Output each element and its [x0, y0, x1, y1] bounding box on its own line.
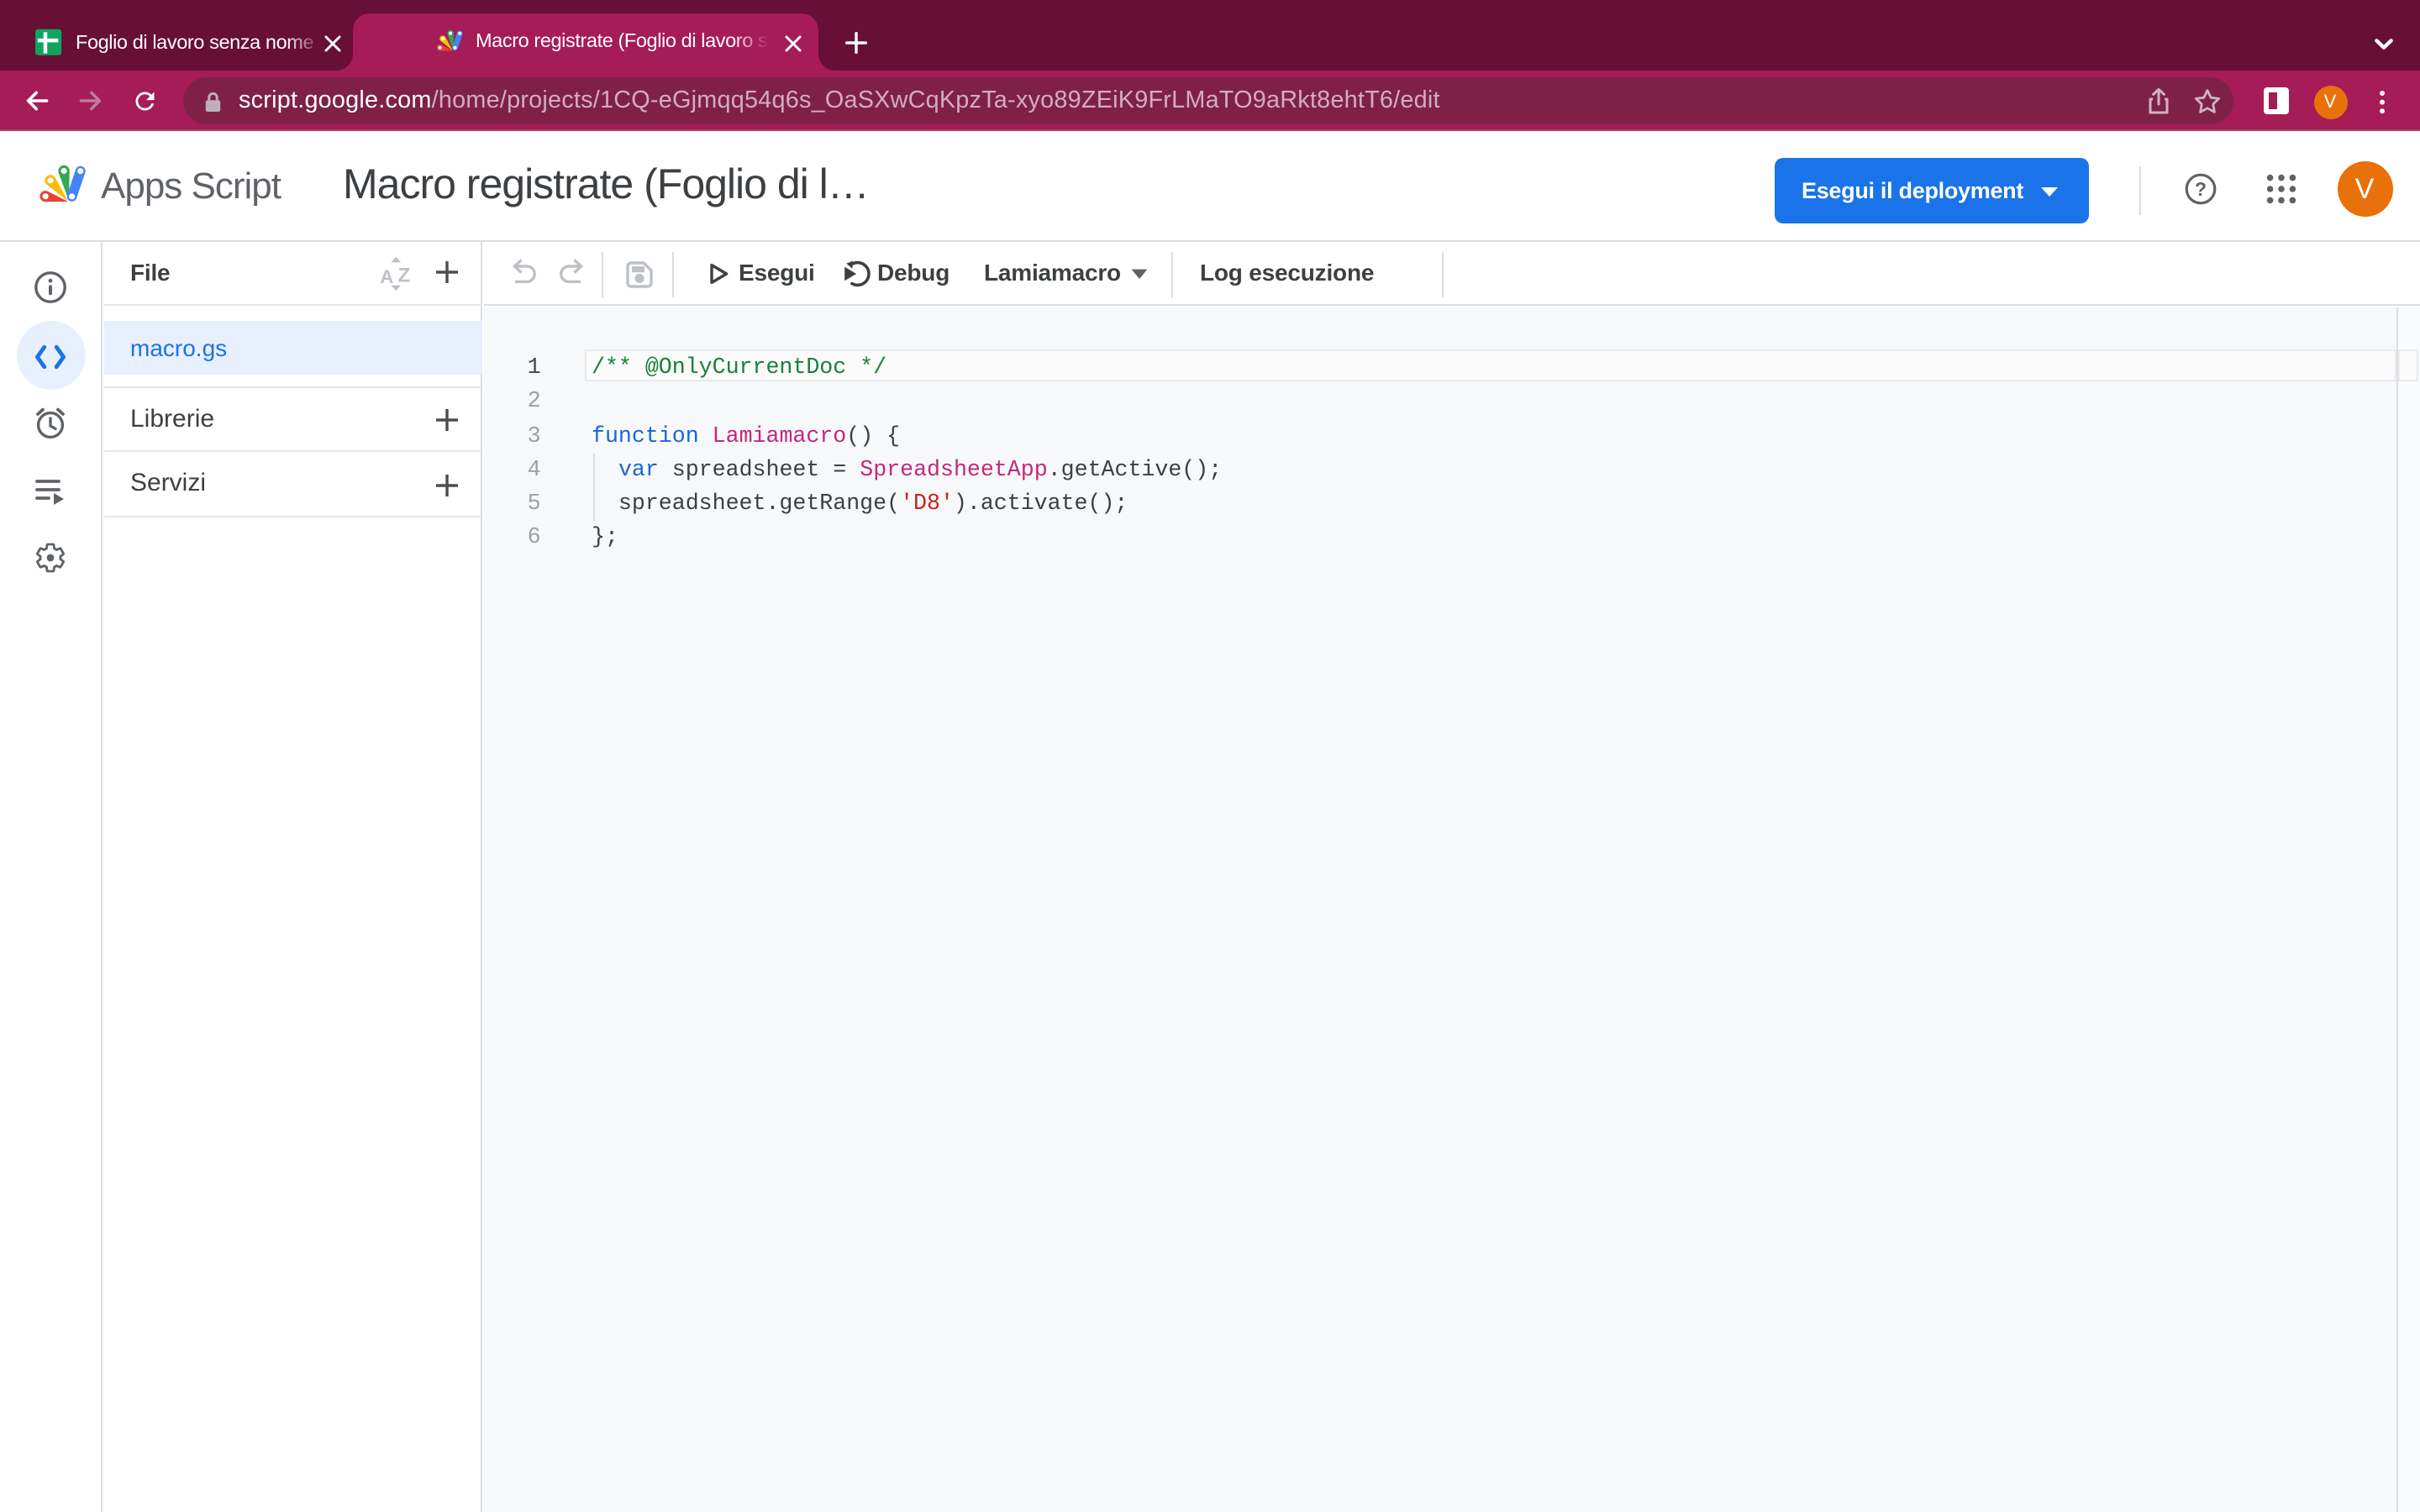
- svg-text:Z: Z: [397, 265, 410, 287]
- svg-text:A: A: [379, 266, 392, 287]
- svg-text:?: ?: [2195, 177, 2207, 199]
